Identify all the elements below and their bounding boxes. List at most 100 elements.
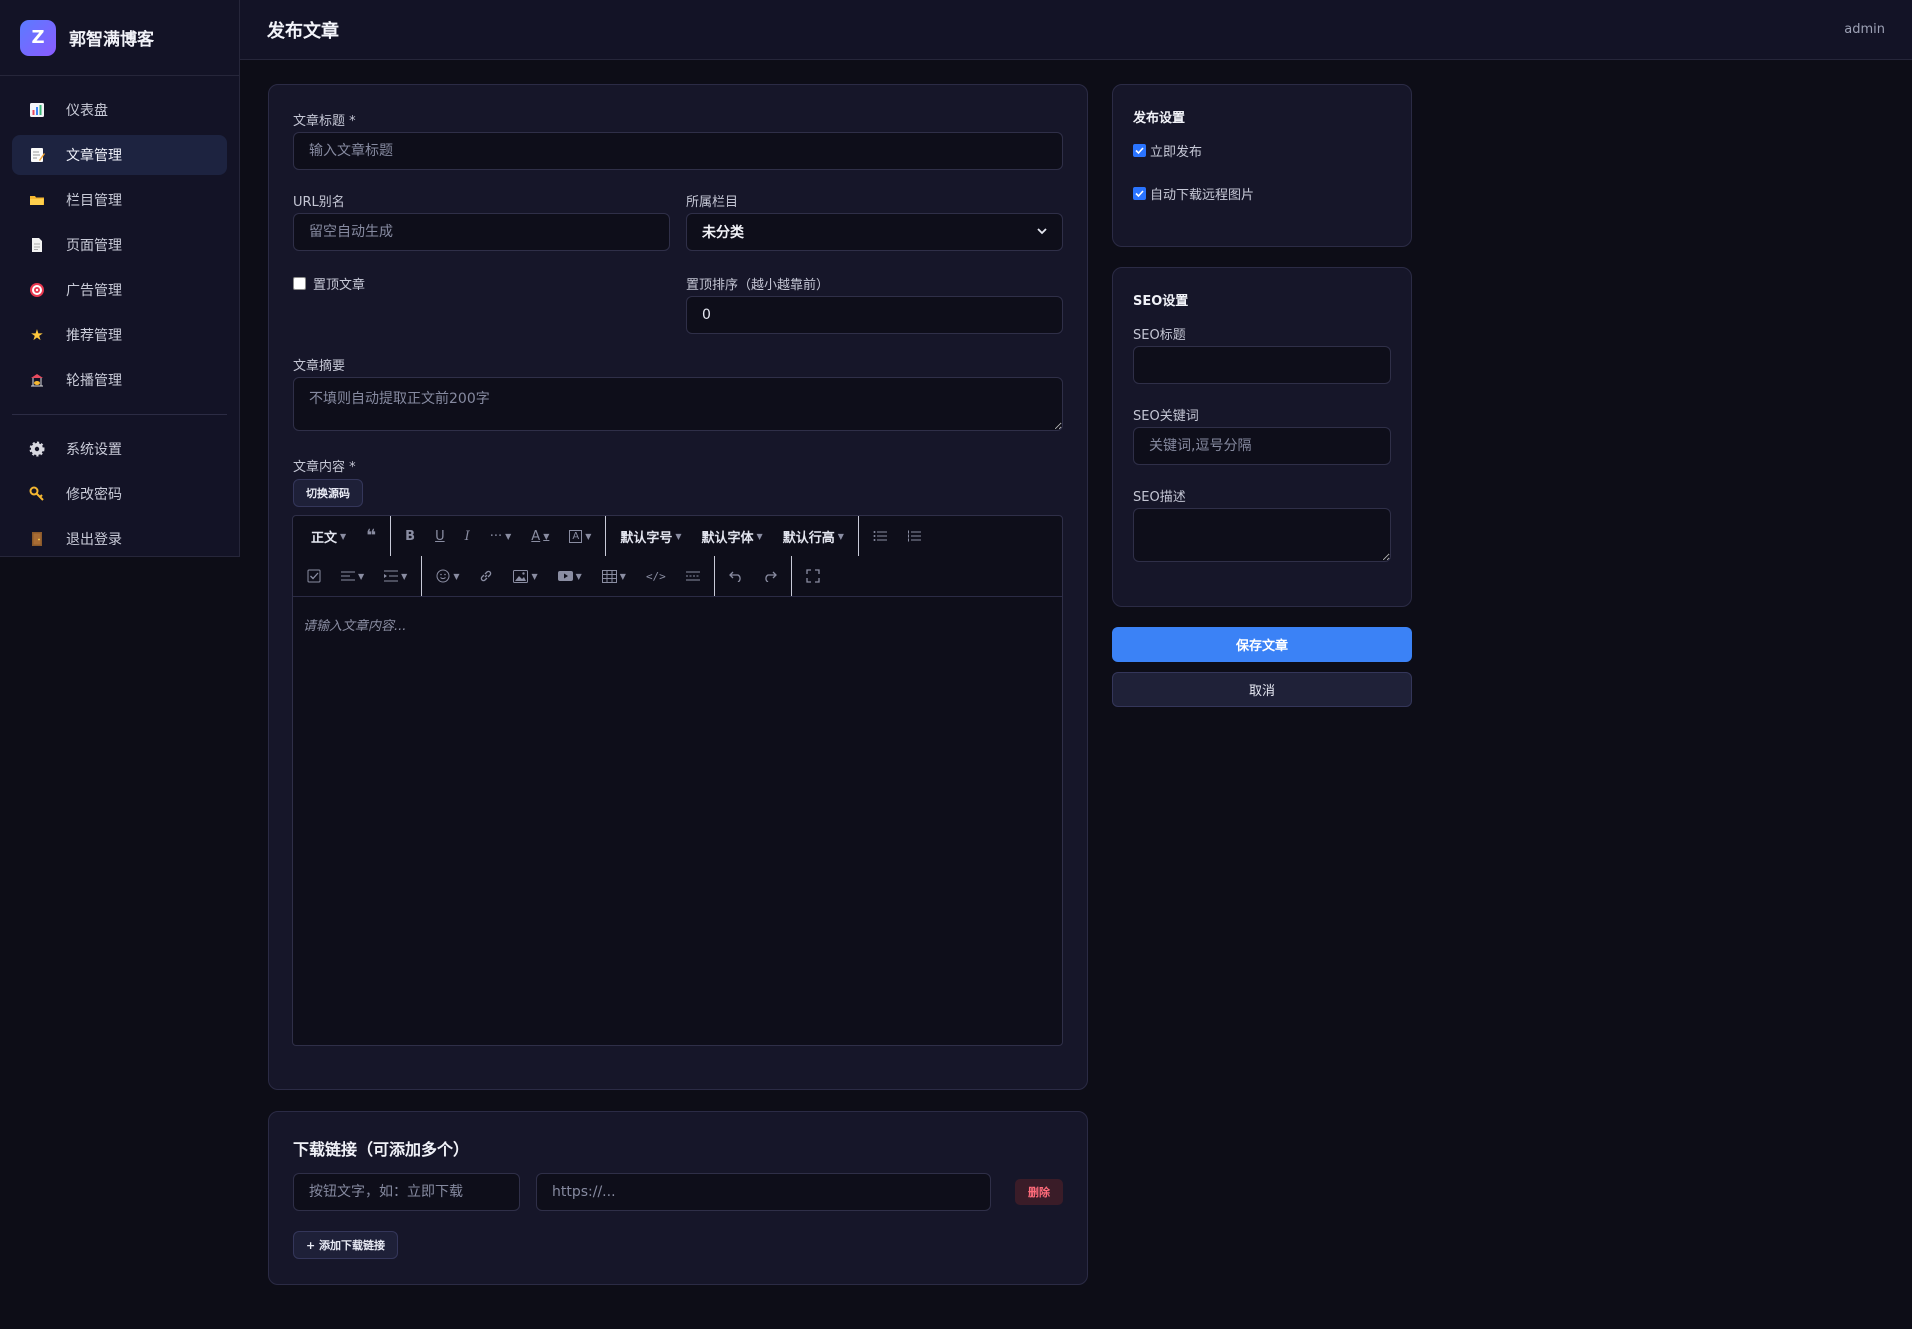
bold-icon[interactable]: B: [395, 516, 425, 556]
chart-icon: [28, 101, 46, 119]
seo-title-input[interactable]: [1133, 346, 1391, 384]
sidebar-item-label: 轮播管理: [66, 373, 122, 389]
editor-toolbar-row-1: 正文 ▼ ❝ B U I ··· ▼ A ▼ A ▼ 默认字号 ▼ 默认字体 ▼ 默认行高 ▼: [293, 516, 931, 556]
font-family-select[interactable]: 默认字体 ▼: [692, 516, 773, 556]
video-icon[interactable]: ▼: [548, 556, 592, 596]
publish-now-label: 立即发布: [1150, 145, 1203, 160]
numbered-list-icon[interactable]: [897, 516, 931, 556]
download-images-row[interactable]: 自动下载远程图片: [1133, 184, 1254, 203]
code-icon[interactable]: </>: [636, 556, 676, 596]
publish-now-checkbox[interactable]: [1133, 144, 1146, 157]
toolbar-separator: [421, 556, 423, 596]
sidebar-item-ads[interactable]: 广告管理: [12, 270, 227, 310]
key-icon: [28, 485, 46, 503]
delete-link-button[interactable]: 删除: [1015, 1179, 1063, 1205]
gear-icon: [28, 440, 46, 458]
download-images-checkbox[interactable]: [1133, 187, 1146, 200]
category-select[interactable]: 未分类: [686, 213, 1063, 251]
pin-checkbox[interactable]: [293, 277, 306, 290]
bullet-list-icon[interactable]: [863, 516, 897, 556]
table-icon[interactable]: ▼: [592, 556, 636, 596]
divider-icon[interactable]: [676, 556, 710, 596]
title-input[interactable]: [293, 132, 1063, 170]
cancel-button[interactable]: 取消: [1112, 672, 1412, 707]
paragraph-select[interactable]: 正文 ▼: [293, 516, 356, 556]
font-size-select[interactable]: 默认字号 ▼: [610, 516, 691, 556]
caret-icon: ▼: [358, 571, 365, 581]
caret-icon: ▼: [340, 531, 347, 541]
add-download-link-button[interactable]: + 添加下载链接: [293, 1231, 399, 1259]
summary-textarea[interactable]: [293, 377, 1063, 431]
caret-icon: ▼: [756, 531, 763, 541]
title-label: 文章标题 *: [293, 114, 356, 129]
carousel-icon: [28, 371, 46, 389]
sidebar-divider: [12, 414, 227, 415]
chevron-down-icon: [1037, 224, 1047, 240]
emoji-icon[interactable]: ▼: [426, 556, 469, 596]
sidebar-item-pages[interactable]: 页面管理: [12, 225, 227, 265]
undo-icon[interactable]: [719, 556, 753, 596]
italic-icon[interactable]: I: [455, 516, 480, 556]
pin-row[interactable]: 置顶文章: [293, 274, 365, 293]
font-size-label: 默认字号: [620, 530, 673, 546]
toolbar-separator: [390, 516, 392, 556]
caret-icon: ▼: [837, 531, 844, 541]
sidebar-item-label: 修改密码: [66, 487, 122, 503]
caret-icon: ▼: [619, 571, 626, 581]
indent-icon[interactable]: ▼: [374, 556, 417, 596]
toolbar-separator: [713, 556, 715, 596]
caret-icon: ▼: [453, 571, 460, 581]
download-url-input[interactable]: [536, 1173, 991, 1211]
editor-content-area[interactable]: 请输入文章内容...: [293, 596, 1062, 1045]
content-label: 文章内容 *: [293, 460, 356, 475]
sidebar-item-label: 仪表盘: [66, 103, 108, 119]
target-icon: [28, 281, 46, 299]
logo: Z: [20, 19, 56, 56]
toolbar-separator: [857, 516, 859, 556]
caret-icon: ▼: [505, 531, 512, 541]
align-icon[interactable]: ▼: [331, 556, 374, 596]
seo-keywords-input[interactable]: [1133, 427, 1391, 465]
image-icon[interactable]: ▼: [503, 556, 547, 596]
pin-order-input[interactable]: [686, 296, 1063, 334]
paragraph-label: 正文: [311, 530, 338, 546]
sidebar-item-categories[interactable]: 栏目管理: [12, 180, 227, 220]
sidebar-item-articles[interactable]: 文章管理: [12, 135, 227, 175]
caret-icon: ▼: [543, 531, 550, 541]
toggle-source-button[interactable]: 切换源码: [293, 479, 363, 507]
pin-label: 置顶文章: [313, 278, 366, 293]
link-icon[interactable]: [469, 556, 503, 596]
underline-icon[interactable]: U: [425, 516, 455, 556]
sidebar-item-password[interactable]: 修改密码: [12, 474, 227, 514]
toolbar-separator: [605, 516, 607, 556]
publish-now-row[interactable]: 立即发布: [1133, 141, 1202, 160]
sidebar-item-dashboard[interactable]: 仪表盘: [12, 90, 227, 130]
sidebar-item-label: 栏目管理: [66, 193, 122, 209]
font-color-icon[interactable]: A ▼: [521, 516, 559, 556]
redo-icon[interactable]: [753, 556, 787, 596]
memo-icon: [28, 146, 46, 164]
quote-icon[interactable]: ❝: [356, 516, 386, 556]
line-height-select[interactable]: 默认行高 ▼: [773, 516, 854, 556]
background-color-icon[interactable]: A ▼: [559, 516, 601, 556]
user-name[interactable]: admin: [1844, 22, 1885, 37]
more-style-icon[interactable]: ··· ▼: [480, 516, 522, 556]
sidebar-item-recommend[interactable]: ★ 推荐管理: [12, 315, 227, 355]
sidebar-item-label: 推荐管理: [66, 328, 122, 344]
fullscreen-icon[interactable]: [796, 556, 830, 596]
seo-desc-textarea[interactable]: [1133, 508, 1391, 562]
font-family-label: 默认字体: [701, 530, 754, 546]
top-header: 发布文章 admin: [240, 0, 1912, 60]
save-button[interactable]: 保存文章: [1112, 627, 1412, 662]
door-icon: [28, 530, 46, 548]
highlight-box-icon: A: [569, 529, 583, 543]
category-value: 未分类: [702, 225, 744, 241]
slug-input[interactable]: [293, 213, 670, 251]
sidebar-item-carousel[interactable]: 轮播管理: [12, 360, 227, 400]
sidebar-item-logout[interactable]: 退出登录: [12, 519, 227, 559]
page-title: 发布文章: [267, 20, 339, 42]
todo-icon[interactable]: [293, 556, 331, 596]
sidebar-item-settings[interactable]: 系统设置: [12, 429, 227, 469]
publish-settings-title: 发布设置: [1133, 111, 1186, 126]
download-text-input[interactable]: [293, 1173, 520, 1211]
